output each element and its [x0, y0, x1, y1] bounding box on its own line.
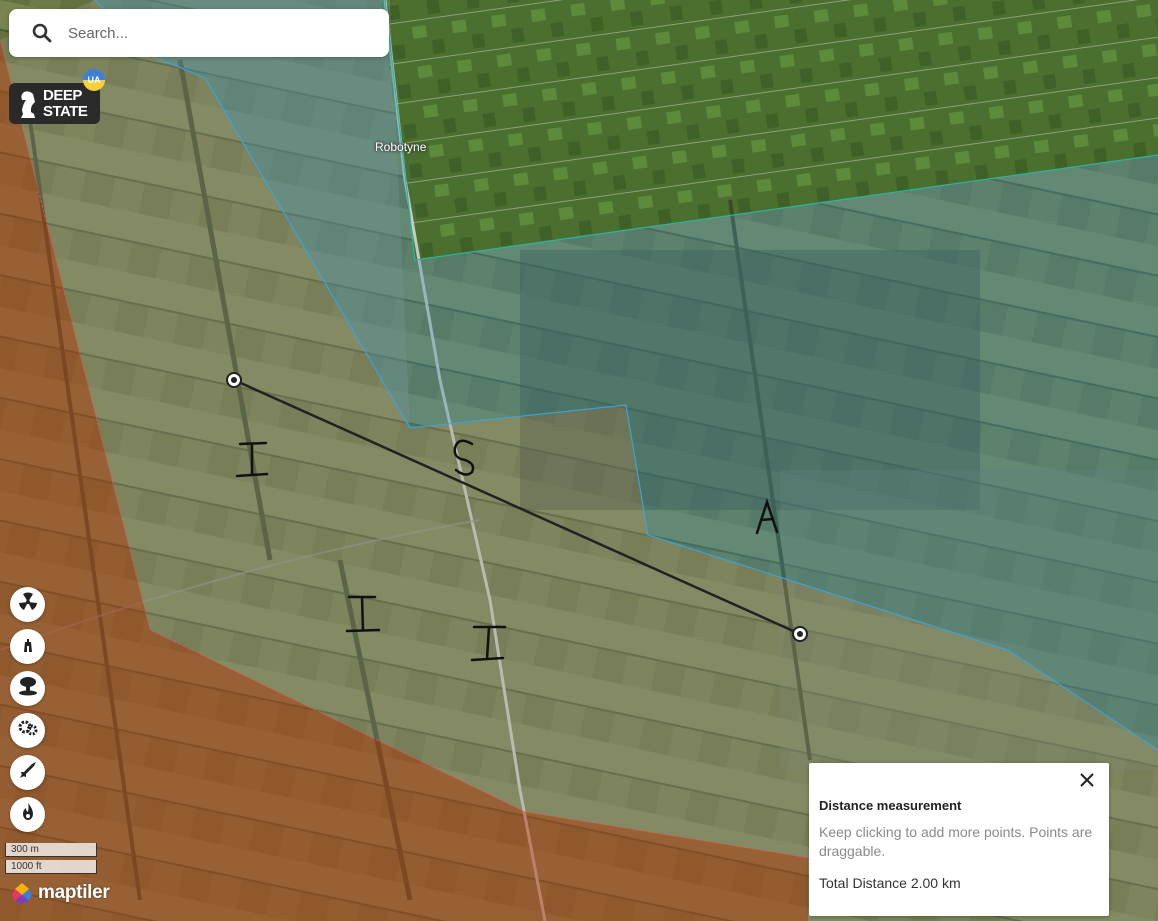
gear-link-icon [17, 718, 39, 743]
fortification-button[interactable] [10, 629, 45, 664]
fire-icon [19, 802, 37, 827]
missile-icon [18, 760, 38, 785]
deepstate-logo[interactable]: DEEP STATE UA [9, 69, 105, 124]
search-bar[interactable] [9, 9, 389, 57]
measure-point[interactable] [792, 626, 808, 642]
close-button[interactable] [1077, 772, 1097, 792]
missile-button[interactable] [10, 755, 45, 790]
logo-line-1: DEEP [43, 86, 82, 104]
maptiler-logo-icon [10, 881, 34, 905]
popup-title: Distance measurement [819, 798, 962, 813]
gear-link-button[interactable] [10, 713, 45, 748]
total-distance: Total Distance 2.00 km [819, 875, 961, 891]
maptiler-attribution[interactable]: maptiler [10, 881, 110, 905]
maptiler-brand: maptiler [38, 882, 110, 903]
measure-point[interactable] [226, 372, 242, 388]
close-icon [1080, 772, 1094, 792]
distance-measurement-popup: Distance measurement Keep clicking to ad… [809, 763, 1109, 916]
explosion-button[interactable] [10, 671, 45, 706]
fire-button[interactable] [10, 797, 45, 832]
chess-knight-icon [17, 88, 39, 120]
fortification-icon [18, 634, 38, 659]
logo-text: DEEP STATE [43, 86, 88, 120]
ua-badge: UA [83, 69, 105, 91]
radiation-button[interactable] [10, 587, 45, 622]
radiation-icon [18, 592, 38, 617]
popup-hint: Keep clicking to add more points. Points… [819, 824, 1093, 859]
scale-metric: 300 m [5, 843, 97, 857]
explosion-icon [17, 676, 39, 701]
scale-imperial: 1000 ft [5, 860, 97, 874]
search-input[interactable] [66, 23, 360, 43]
place-label-robotyne: Robotyne [375, 140, 427, 154]
search-icon [32, 23, 52, 43]
logo-line-2: STATE [43, 102, 88, 120]
